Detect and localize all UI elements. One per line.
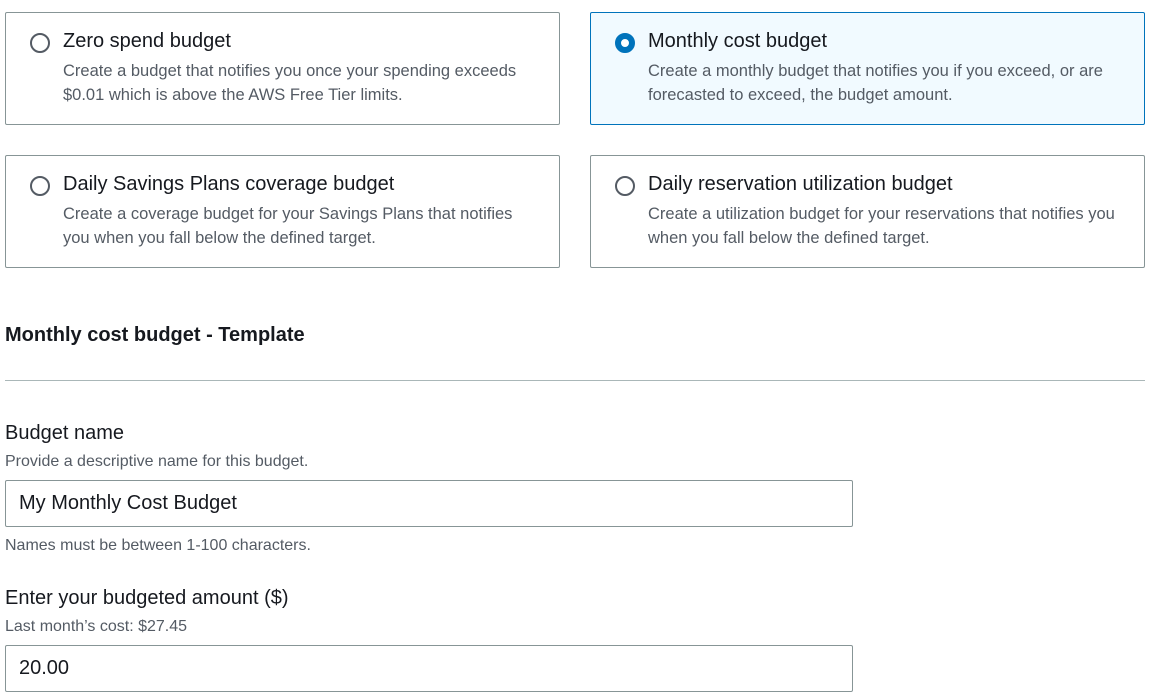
budget-name-constraint: Names must be between 1-100 characters. [5,537,311,554]
budget-name-input[interactable] [5,480,853,527]
last-month-cost-text: Last month’s cost: $27.45 [5,618,188,635]
tile-description: Create a coverage budget for your Saving… [63,205,513,247]
tile-monthly-cost-budget[interactable]: Monthly cost budget Create a monthly bud… [590,12,1145,125]
tile-title: Daily reservation utilization budget [648,173,953,195]
budget-setup-page: Zero spend budget Create a budget that n… [0,0,1156,697]
budget-amount-label: Enter your budgeted amount ($) [5,587,289,609]
tile-description: Create a budget that notifies you once y… [63,62,517,104]
budget-amount-input[interactable] [5,645,853,692]
tile-daily-reservation-utilization-budget[interactable]: Daily reservation utilization budget Cre… [590,155,1145,268]
budget-name-description: Provide a descriptive name for this budg… [5,453,309,470]
tile-title: Daily Savings Plans coverage budget [63,173,395,195]
tile-title: Monthly cost budget [648,30,827,52]
tile-description: Create a monthly budget that notifies yo… [648,62,1103,104]
radio-zero-spend-budget[interactable] [30,33,50,53]
radio-monthly-cost-budget[interactable] [615,33,635,53]
tile-description: Create a utilization budget for your res… [648,205,1115,247]
radio-daily-reservation-utilization-budget[interactable] [615,176,635,196]
radio-daily-savings-plans-coverage-budget[interactable] [30,176,50,196]
template-section-title: Monthly cost budget - Template [5,324,305,346]
budget-name-label: Budget name [5,422,124,444]
section-divider [5,380,1145,381]
tile-zero-spend-budget[interactable]: Zero spend budget Create a budget that n… [5,12,560,125]
tile-daily-savings-plans-coverage-budget[interactable]: Daily Savings Plans coverage budget Crea… [5,155,560,268]
tile-title: Zero spend budget [63,30,231,52]
